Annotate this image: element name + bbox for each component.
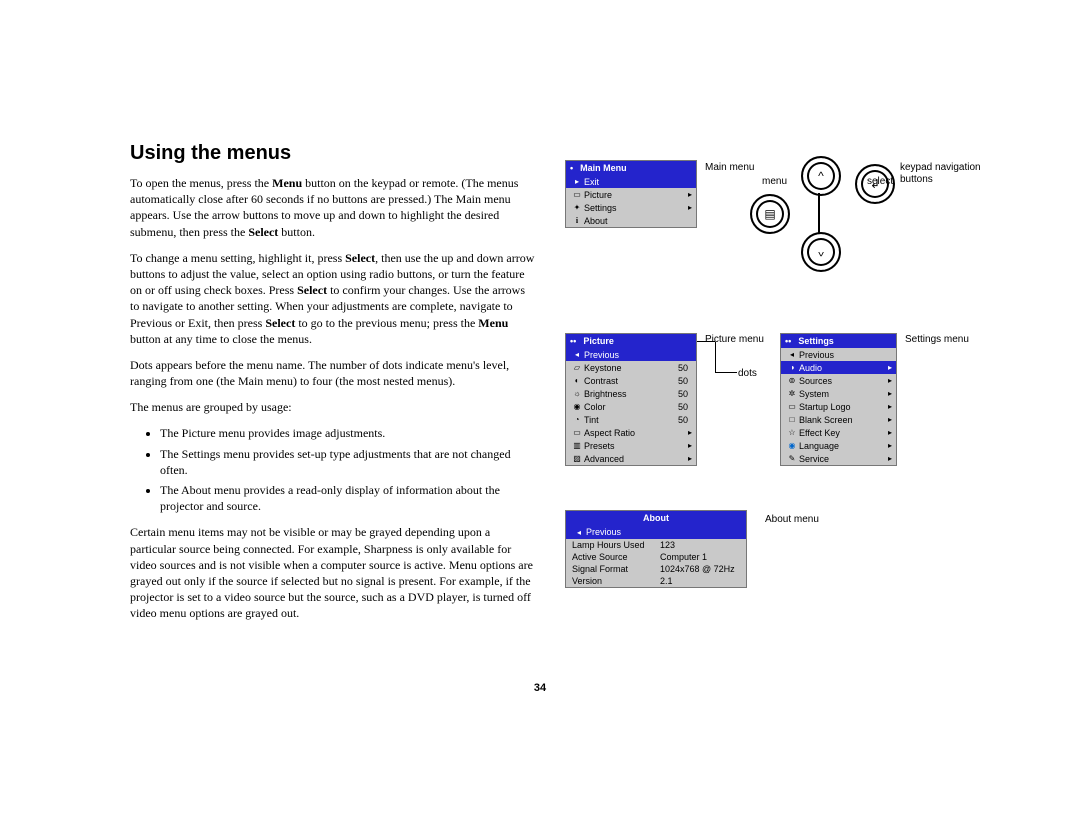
caption-dots: dots [738,368,757,380]
settings-menu-screenshot: Settings ◂Previous ◑Audio▸ ⊚Sources▸ ✲Sy… [780,333,897,466]
figure-area: Main Menu ▸Exit ▭Picture▸ ✦Settings▸ iAb… [565,140,1030,632]
caption-main-menu: Main menu [705,162,754,174]
menu-button-icon: ▤ [750,194,790,234]
caption-menu: menu [762,176,787,188]
caption-settings: Settings menu [905,334,969,346]
picture-menu-screenshot: Picture ◂Previous ▱Keystone50 ◐Contrast5… [565,333,697,466]
caption-picture: Picture menu [705,334,764,346]
up-button-icon: ^ [801,156,841,196]
page-title: Using the menus [130,140,535,167]
caption-select: select [867,176,893,188]
down-button-icon: ^ [801,232,841,272]
page-number: 34 [534,682,546,694]
body-text: Using the menus To open the menus, press… [130,140,535,632]
main-menu-screenshot: Main Menu ▸Exit ▭Picture▸ ✦Settings▸ iAb… [565,160,697,228]
caption-keypad: keypad navigation buttons [900,162,1000,186]
about-menu-screenshot: About ◂Previous Lamp Hours Used123 Activ… [565,510,747,588]
caption-about: About menu [765,514,819,526]
